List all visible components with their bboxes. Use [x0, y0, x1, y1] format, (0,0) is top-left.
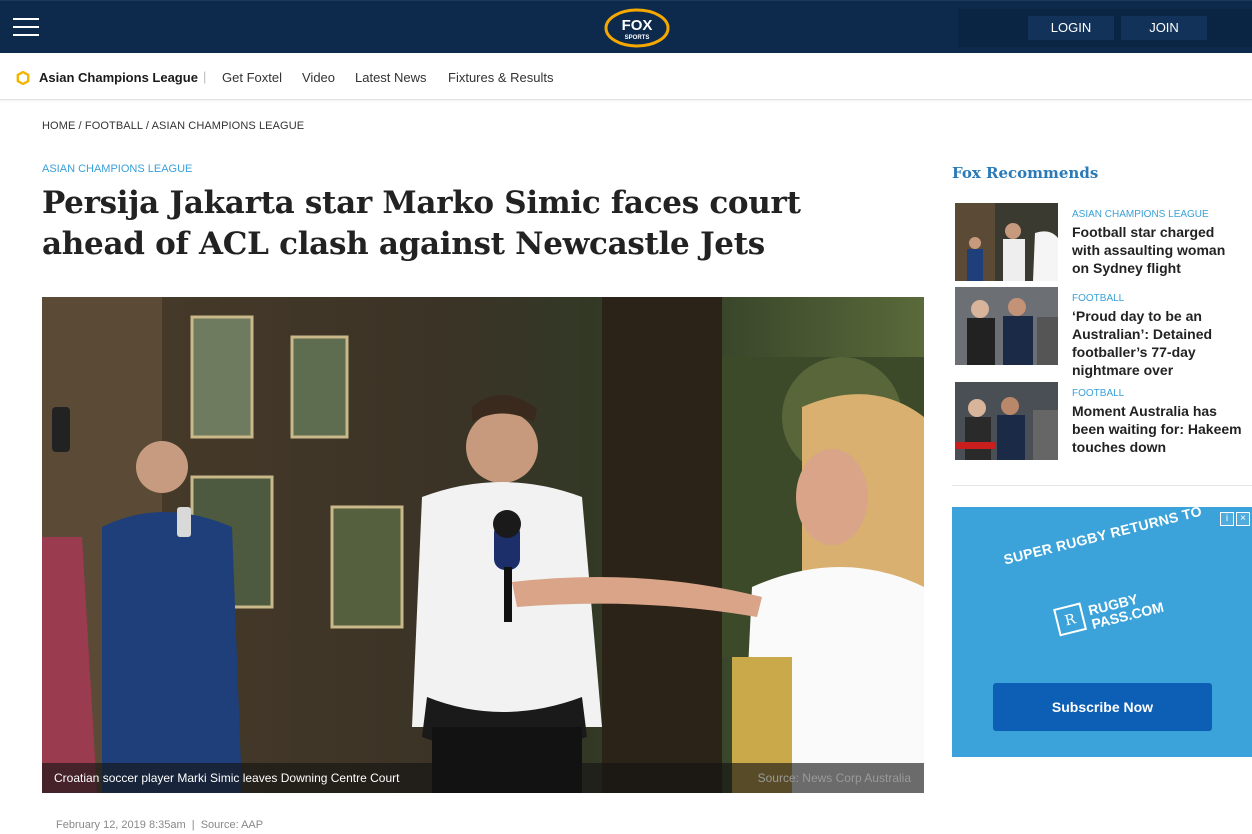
section-brand-link[interactable]: Asian Champions League [39, 70, 198, 85]
top-header-bar: FOX SPORTS LOGIN JOIN [0, 0, 1252, 53]
recommend-thumbnail[interactable] [955, 203, 1058, 281]
rugbypass-logo: R RUGBY PASS.COM [1052, 577, 1190, 657]
image-caption: Croatian soccer player Marki Simic leave… [54, 771, 400, 785]
ad-info-icon[interactable]: i [1220, 512, 1234, 526]
recommend-thumbnail[interactable] [955, 287, 1058, 365]
rugbypass-mark-icon: R [1053, 602, 1088, 637]
subscribe-now-button[interactable]: Subscribe Now [993, 683, 1212, 731]
ad-close-icon[interactable]: × [1236, 512, 1250, 526]
login-button[interactable]: LOGIN [1028, 16, 1114, 40]
nav-separator: | [203, 69, 207, 84]
breadcrumb-league[interactable]: ASIAN CHAMPIONS LEAGUE [152, 120, 305, 132]
fox-recommends-title: Fox Recommends [952, 164, 1099, 182]
recommend-category[interactable]: FOOTBALL [1072, 388, 1124, 399]
breadcrumb-separator: / [142, 120, 152, 132]
nav-link-get-foxtel[interactable]: Get Foxtel [222, 70, 282, 85]
article-headline: Persija Jakarta star Marko Simic faces c… [42, 185, 801, 262]
article-hero-image: Croatian soccer player Marki Simic leave… [42, 297, 924, 793]
acl-ring-icon [16, 71, 30, 85]
nav-link-fixtures-results[interactable]: Fixtures & Results [448, 70, 553, 85]
recommend-title[interactable]: ‘Proud day to be an Australian’: Detaine… [1072, 307, 1242, 379]
breadcrumb-football[interactable]: FOOTBALL [85, 120, 143, 132]
nav-link-latest-news[interactable]: Latest News [355, 70, 427, 85]
breadcrumb: HOME / FOOTBALL / ASIAN CHAMPIONS LEAGUE [42, 120, 304, 132]
menu-icon[interactable] [13, 18, 39, 36]
recommend-category[interactable]: ASIAN CHAMPIONS LEAGUE [1072, 209, 1209, 220]
hero-photo-illustration [42, 297, 924, 793]
article-meta: February 12, 2019 8:35am | Source: AAP [56, 819, 264, 831]
image-source: Source: News Corp Australia [757, 771, 911, 785]
join-button[interactable]: JOIN [1121, 16, 1207, 40]
recommend-thumbnail[interactable] [955, 382, 1058, 460]
fox-sports-logo[interactable]: FOX SPORTS [604, 8, 670, 48]
auth-panel: LOGIN JOIN [958, 9, 1252, 47]
svg-text:SPORTS: SPORTS [625, 35, 650, 41]
article-kicker[interactable]: ASIAN CHAMPIONS LEAGUE [42, 163, 192, 175]
svg-text:R: R [1063, 611, 1078, 629]
breadcrumb-separator: / [75, 120, 85, 132]
recommend-title[interactable]: Moment Australia has been waiting for: H… [1072, 402, 1242, 456]
ad-headline: SUPER RUGBY RETURNS TO [1002, 507, 1204, 568]
sidebar-divider [952, 485, 1252, 486]
section-nav: Asian Champions League | Get Foxtel Vide… [0, 53, 1252, 100]
nav-link-video[interactable]: Video [302, 70, 335, 85]
recommend-title[interactable]: Football star charged with assaulting wo… [1072, 223, 1242, 277]
svg-text:FOX: FOX [622, 17, 653, 34]
caption-bar: Croatian soccer player Marki Simic leave… [42, 763, 924, 793]
breadcrumb-home[interactable]: HOME [42, 120, 75, 132]
ad-controls: i × [1218, 508, 1250, 526]
rugbypass-ad[interactable]: i × SUPER RUGBY RETURNS TO R RUGBY PASS.CO… [952, 507, 1252, 757]
recommend-category[interactable]: FOOTBALL [1072, 293, 1124, 304]
